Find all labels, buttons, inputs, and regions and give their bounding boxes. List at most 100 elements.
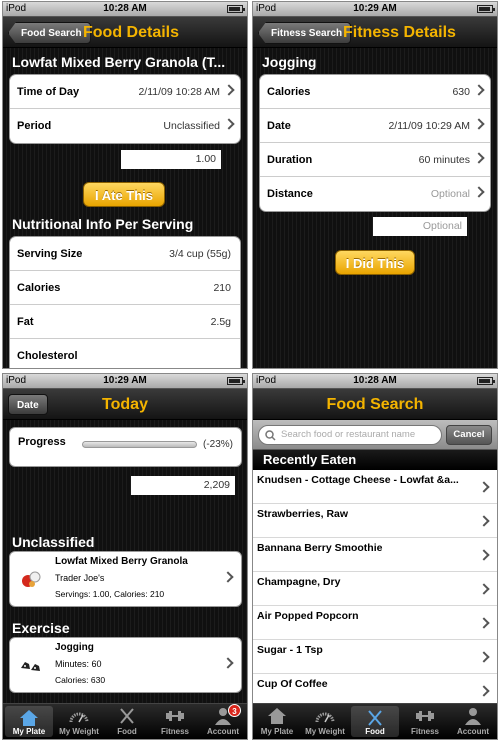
list-item[interactable]: Champagne, Dry — [253, 572, 497, 606]
tab-my-plate[interactable]: My Plate — [5, 706, 53, 737]
chevron-right-icon — [478, 481, 490, 493]
optional-input[interactable]: Optional — [373, 217, 467, 236]
list-item[interactable]: Strawberries, Raw — [253, 504, 497, 538]
recently-eaten-heading: Recently Eaten — [253, 450, 497, 470]
list-item[interactable]: Sugar - 1 Tsp — [253, 640, 497, 674]
chevron-right-icon — [473, 118, 485, 130]
exercise-entry[interactable]: Jogging Minutes: 60 Calories: 630 — [9, 637, 242, 693]
nutrition-row: Fat 2.5g — [10, 305, 240, 339]
user-icon — [465, 708, 481, 725]
scale-gauge-icon — [69, 712, 89, 723]
row-value: 2.5g — [210, 316, 231, 328]
row-label: Duration — [267, 154, 313, 166]
chevron-right-icon — [478, 617, 490, 629]
item-name: Cup Of Coffee — [257, 678, 328, 690]
row-value: 2/11/09 10:29 AM — [388, 120, 470, 132]
row-label: Distance — [267, 188, 313, 200]
progress-bar — [82, 441, 197, 448]
food-search-screen: iPod 10:28 AM Food Search Search food or… — [252, 373, 498, 740]
row-value: 210 — [213, 282, 231, 294]
tab-fitness[interactable]: Fitness — [151, 704, 199, 739]
search-placeholder: Search food or restaurant name — [281, 429, 416, 440]
search-input[interactable]: Search food or restaurant name — [258, 425, 442, 445]
tab-account[interactable]: 3 Account — [199, 704, 247, 739]
notification-badge: 3 — [228, 704, 241, 717]
calorie-total: 2,209 — [131, 476, 235, 495]
tab-my-weight[interactable]: My Weight — [301, 704, 349, 739]
i-ate-this-button[interactable]: I Ate This — [83, 182, 165, 207]
list-item[interactable]: Air Popped Popcorn — [253, 606, 497, 640]
home-icon — [268, 708, 286, 724]
progress-percent: (-23%) — [202, 439, 233, 450]
item-name: Strawberries, Raw — [257, 508, 349, 520]
food-entry[interactable]: Lowfat Mixed Berry Granola Trader Joe's … — [9, 551, 242, 607]
tab-my-weight[interactable]: My Weight — [55, 704, 103, 739]
search-icon — [265, 430, 276, 441]
nav-bar: Food Search — [253, 389, 497, 420]
distance-row[interactable]: Distance Optional — [260, 177, 490, 211]
status-bar: iPod 10:28 AM — [253, 374, 497, 389]
back-button[interactable]: Food Search — [8, 22, 91, 44]
sneakers-icon — [21, 662, 40, 671]
tab-my-plate[interactable]: My Plate — [253, 704, 301, 739]
row-value: 3/4 cup (55g) — [169, 248, 231, 260]
battery-icon — [227, 5, 245, 13]
row-label: Serving Size — [17, 248, 83, 260]
row-value: 630 — [452, 86, 470, 98]
section-heading: Unclassified — [12, 534, 95, 550]
today-screen: iPod 10:29 AM Date Today Progress (-23%)… — [2, 373, 248, 740]
page-title: Today — [102, 396, 148, 413]
tab-label: Account — [207, 727, 239, 736]
activity-title: Jogging — [262, 54, 317, 70]
cancel-button[interactable]: Cancel — [446, 425, 492, 445]
period-row[interactable]: Period Unclassified — [10, 109, 240, 143]
row-value: Optional — [430, 188, 470, 200]
tab-label: My Weight — [59, 727, 99, 736]
nutrition-row: Cholesterol — [10, 339, 240, 368]
tab-label: Fitness — [410, 727, 439, 736]
scale-gauge-icon — [315, 712, 335, 723]
entry-minutes: Minutes: 60 — [55, 659, 102, 669]
tab-fitness[interactable]: Fitness — [401, 704, 449, 739]
entry-name: Lowfat Mixed Berry Granola — [55, 556, 188, 567]
home-icon — [20, 710, 38, 726]
clock: 10:29 AM — [103, 375, 147, 386]
list-item[interactable]: Knudsen - Cottage Cheese - Lowfat &a... — [253, 470, 497, 504]
duration-row[interactable]: Duration 60 minutes — [260, 143, 490, 177]
fitness-entry-group: Calories 630 Date 2/11/09 10:29 AM Durat… — [259, 74, 491, 212]
row-label: Calories — [17, 282, 61, 294]
nutrition-group: Serving Size 3/4 cup (55g) Calories 210 … — [9, 236, 241, 368]
tab-label: Fitness — [160, 727, 189, 736]
item-name: Air Popped Popcorn — [257, 610, 359, 622]
page-title: Food Search — [326, 396, 424, 413]
tab-label: My Weight — [305, 727, 345, 736]
tab-food[interactable]: Food — [351, 706, 399, 737]
tab-bar: My Plate My Weight Food Fitness Account — [253, 703, 497, 739]
time-of-day-row[interactable]: Time of Day 2/11/09 10:28 AM — [10, 75, 240, 109]
page-title: Food Details — [83, 24, 180, 41]
list-item[interactable]: Bannana Berry Smoothie — [253, 538, 497, 572]
item-name: Champagne, Dry — [257, 576, 341, 588]
section-heading: Exercise — [12, 620, 70, 636]
progress-label: Progress — [18, 436, 66, 448]
tab-label: My Plate — [12, 727, 46, 736]
chevron-right-icon — [223, 118, 235, 130]
entry-detail: Calories: 630 — [55, 675, 106, 685]
status-bar: iPod 10:28 AM — [3, 2, 247, 17]
page-title: Fitness Details — [343, 24, 456, 41]
back-button[interactable]: Fitness Search — [258, 22, 352, 44]
row-label: Period — [17, 120, 52, 132]
tab-food[interactable]: Food — [103, 704, 151, 739]
i-did-this-button[interactable]: I Did This — [335, 250, 415, 275]
chevron-right-icon — [478, 651, 490, 663]
fork-knife-icon — [120, 708, 134, 724]
tab-account[interactable]: Account — [449, 704, 497, 739]
servings-input[interactable]: 1.00 — [121, 150, 221, 169]
clock: 10:28 AM — [103, 3, 147, 14]
date-row[interactable]: Date 2/11/09 10:29 AM — [260, 109, 490, 143]
recent-foods-list: Knudsen - Cottage Cheese - Lowfat &a... … — [253, 470, 497, 708]
search-bar: Search food or restaurant name Cancel — [253, 420, 497, 450]
clock: 10:29 AM — [353, 3, 397, 14]
fork-knife-icon — [368, 710, 382, 726]
calories-row[interactable]: Calories 630 — [260, 75, 490, 109]
